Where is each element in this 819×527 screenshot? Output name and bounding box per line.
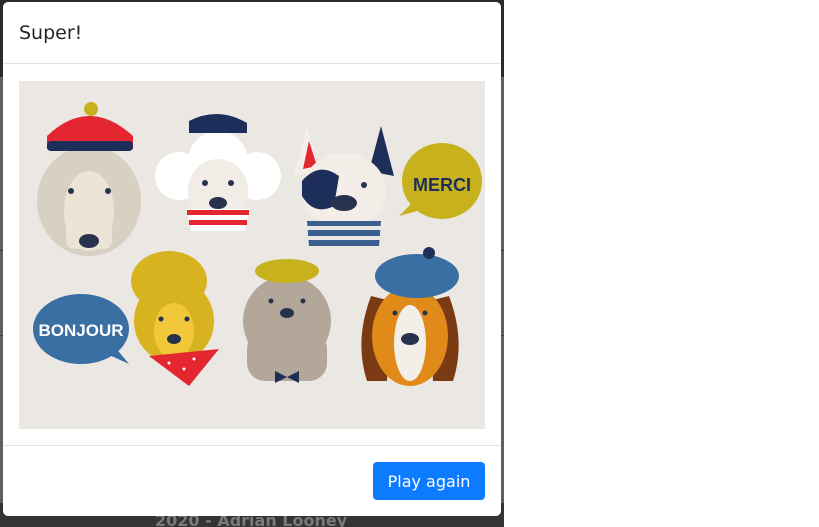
bonjour-text: BONJOUR [38,321,123,340]
grey-terrier-bowtie-dog [243,259,331,383]
white-poodle-striped-dog [155,113,281,231]
modal-footer: Play again [3,446,501,516]
modal-body: MERCI BONJOUR [3,64,501,446]
merci-text: MERCI [413,175,471,195]
modal-header: Super! [3,2,501,64]
french-dogs-illustration: MERCI BONJOUR [19,81,485,429]
modal-title: Super! [19,21,83,44]
merci-speech-bubble: MERCI [399,143,482,219]
golden-dog-bandana [131,251,219,386]
result-modal: Super! MERCI BONJOUR Play again [3,2,501,516]
basset-hound-blue-beret-dog [361,247,459,386]
play-again-button[interactable]: Play again [373,462,485,500]
poodle-red-beret-dog [37,102,141,256]
french-bulldog-dog [294,126,394,246]
bonjour-speech-bubble: BONJOUR [33,294,129,364]
